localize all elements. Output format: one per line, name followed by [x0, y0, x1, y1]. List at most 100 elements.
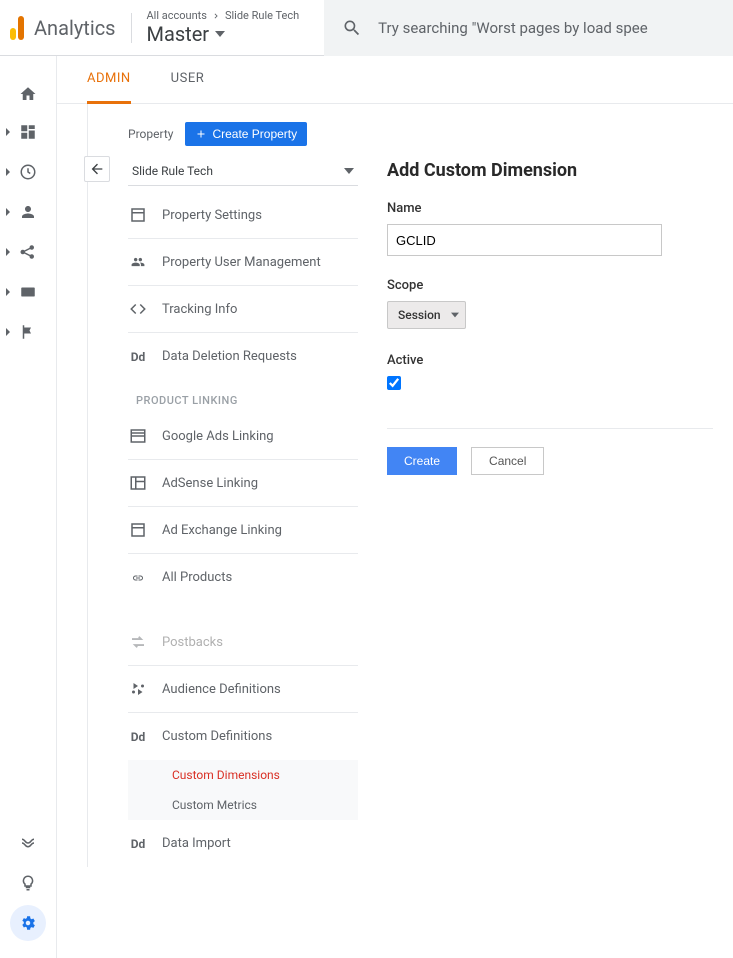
create-property-label: Create Property	[212, 127, 297, 141]
nav-data-deletion[interactable]: Dd Data Deletion Requests	[128, 333, 358, 380]
nav-home[interactable]	[0, 76, 56, 112]
person-icon	[19, 203, 37, 221]
nav-conversions[interactable]	[0, 312, 56, 352]
dd-icon: Dd	[128, 837, 148, 851]
item-label: Google Ads Linking	[162, 429, 274, 444]
nav-audience[interactable]	[0, 192, 56, 232]
nav-custom-metrics[interactable]: Custom Metrics	[128, 790, 358, 820]
collapse-handle[interactable]	[84, 156, 110, 182]
nav-customization[interactable]	[0, 112, 56, 152]
nav-caret-icon	[6, 328, 10, 336]
nav-tracking-info[interactable]: Tracking Info	[128, 286, 358, 333]
product-linking-heading: PRODUCT LINKING	[128, 394, 358, 407]
breadcrumb-account: Slide Rule Tech	[225, 9, 299, 22]
account-selector[interactable]: All accounts Slide Rule Tech Master	[132, 9, 315, 46]
flag-icon	[19, 323, 37, 341]
tab-admin[interactable]: ADMIN	[87, 56, 131, 104]
property-select-value: Slide Rule Tech	[132, 164, 213, 178]
create-button[interactable]: Create	[387, 447, 457, 475]
active-label: Active	[387, 353, 713, 368]
property-column: Property Create Property Slide Rule Tech…	[87, 104, 347, 867]
caret-down-icon	[215, 29, 225, 39]
nav-realtime[interactable]	[0, 152, 56, 192]
form-divider	[387, 428, 713, 429]
item-label: Custom Definitions	[162, 729, 272, 744]
nav-attribution[interactable]	[0, 823, 56, 863]
left-nav	[0, 56, 56, 958]
postbacks-icon	[128, 633, 148, 651]
item-label: Data Deletion Requests	[162, 349, 297, 364]
ga-logo[interactable]: Analytics	[10, 13, 132, 43]
chevron-right-icon	[211, 11, 221, 21]
form-title: Add Custom Dimension	[387, 160, 713, 181]
view-name: Master	[147, 22, 210, 46]
behavior-icon	[19, 283, 37, 301]
adsense-icon	[128, 474, 148, 492]
nav-data-import[interactable]: Dd Data Import	[128, 820, 358, 867]
settings-cell-icon	[128, 206, 148, 224]
name-label: Name	[387, 201, 713, 216]
item-label: Tracking Info	[162, 302, 237, 317]
tab-user[interactable]: USER	[171, 56, 205, 104]
ad-exchange-icon	[128, 521, 148, 539]
dd-icon: Dd	[128, 350, 148, 364]
breadcrumb-all: All accounts	[147, 9, 207, 22]
nav-caret-icon	[6, 288, 10, 296]
admin-tabs: ADMIN USER	[57, 56, 733, 104]
nav-behavior[interactable]	[0, 272, 56, 312]
nav-caret-icon	[6, 168, 10, 176]
item-label: Data Import	[162, 836, 231, 851]
nav-discover[interactable]	[0, 863, 56, 903]
nav-postbacks[interactable]: Postbacks	[128, 619, 358, 666]
search-placeholder: Try searching "Worst pages by load spee	[378, 19, 648, 37]
item-label: Audience Definitions	[162, 682, 281, 697]
nav-ad-exchange-linking[interactable]: Ad Exchange Linking	[128, 507, 358, 554]
scope-select-value: Session	[398, 308, 441, 322]
search-icon	[342, 18, 362, 38]
create-property-button[interactable]: Create Property	[185, 122, 307, 146]
nav-caret-icon	[6, 128, 10, 136]
property-label: Property	[128, 127, 173, 141]
form-column: Add Custom Dimension Name Scope Session …	[347, 104, 733, 867]
item-label: Property Settings	[162, 208, 262, 223]
gear-icon	[19, 914, 37, 932]
home-icon	[19, 85, 37, 103]
item-label: Property User Management	[162, 255, 321, 270]
item-label: All Products	[162, 570, 232, 585]
scope-select[interactable]: Session	[387, 301, 466, 329]
nav-all-products[interactable]: All Products	[128, 554, 358, 601]
item-label: Ad Exchange Linking	[162, 523, 282, 538]
share-icon	[19, 243, 37, 261]
nav-property-settings[interactable]: Property Settings	[128, 192, 358, 239]
link-icon	[128, 572, 148, 584]
item-label: Postbacks	[162, 635, 223, 650]
nav-caret-icon	[6, 208, 10, 216]
app-name: Analytics	[34, 16, 116, 40]
ga-logo-icon	[10, 16, 24, 40]
nav-caret-icon	[6, 248, 10, 256]
nav-acquisition[interactable]	[0, 232, 56, 272]
nav-custom-definitions[interactable]: Dd Custom Definitions	[128, 713, 358, 760]
nav-custom-dimensions[interactable]: Custom Dimensions	[128, 760, 358, 790]
scope-label: Scope	[387, 278, 713, 293]
name-input[interactable]	[387, 224, 662, 256]
nav-google-ads-linking[interactable]: Google Ads Linking	[128, 413, 358, 460]
nav-adsense-linking[interactable]: AdSense Linking	[128, 460, 358, 507]
audience-defs-icon	[128, 680, 148, 698]
cancel-button[interactable]: Cancel	[471, 447, 544, 475]
arrow-back-icon	[89, 161, 105, 177]
code-icon	[128, 300, 148, 318]
breadcrumb: All accounts Slide Rule Tech	[147, 9, 300, 22]
nav-admin[interactable]	[0, 903, 56, 943]
clock-icon	[19, 163, 37, 181]
nav-audience-definitions[interactable]: Audience Definitions	[128, 666, 358, 713]
plus-icon	[195, 128, 207, 140]
attribution-icon	[19, 834, 37, 852]
search-bar[interactable]: Try searching "Worst pages by load spee	[324, 0, 733, 56]
lightbulb-icon	[19, 874, 37, 892]
group-icon	[128, 255, 148, 269]
nav-property-user-mgmt[interactable]: Property User Management	[128, 239, 358, 286]
property-select[interactable]: Slide Rule Tech	[128, 156, 358, 186]
item-label: AdSense Linking	[162, 476, 258, 491]
active-checkbox[interactable]	[387, 376, 401, 390]
